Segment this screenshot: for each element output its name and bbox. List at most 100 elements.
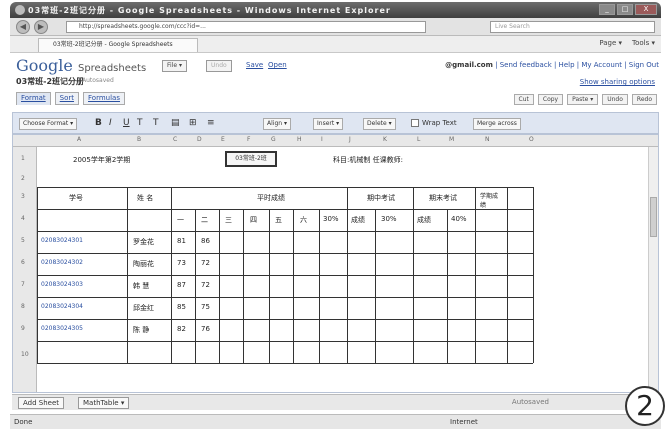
- subheader[interactable]: 一: [177, 215, 184, 225]
- google-logo[interactable]: Google Spreadsheets: [16, 56, 146, 75]
- search-input[interactable]: Live Search: [490, 21, 655, 33]
- header-final[interactable]: 期末考试: [429, 193, 457, 203]
- add-sheet-button[interactable]: Add Sheet: [18, 397, 65, 409]
- score[interactable]: 75: [201, 303, 210, 311]
- bold-button[interactable]: B: [95, 118, 102, 128]
- row-header[interactable]: 6: [21, 259, 25, 266]
- header-total[interactable]: 学期成绩: [480, 191, 502, 209]
- tab-formulas[interactable]: Formulas: [83, 92, 125, 105]
- col-header[interactable]: O: [529, 136, 534, 143]
- title-cell[interactable]: 2005学年第2学期: [73, 155, 130, 165]
- row-header[interactable]: 10: [21, 351, 29, 358]
- subheader[interactable]: 30%: [323, 215, 339, 223]
- subheader[interactable]: 成绩: [417, 215, 431, 225]
- col-header[interactable]: N: [485, 136, 490, 143]
- copy-button[interactable]: Copy: [537, 94, 564, 105]
- insert-menu[interactable]: Insert ▾: [313, 118, 344, 130]
- tools-menu[interactable]: Tools ▾: [632, 39, 655, 47]
- col-header[interactable]: L: [417, 136, 420, 143]
- text-color-icon[interactable]: T: [153, 118, 159, 128]
- row-header[interactable]: 4: [21, 215, 25, 222]
- save-link[interactable]: Save: [246, 61, 263, 69]
- subheader[interactable]: 六: [300, 215, 307, 225]
- account-links[interactable]: | Send feedback | Help | My Account | Si…: [495, 61, 659, 69]
- score[interactable]: 87: [177, 281, 186, 289]
- italic-button[interactable]: I: [109, 118, 112, 128]
- subheader[interactable]: 40%: [451, 215, 467, 223]
- open-link[interactable]: Open: [268, 61, 287, 69]
- col-header[interactable]: C: [173, 136, 177, 143]
- sheet-tab[interactable]: MathTable ▾: [78, 397, 130, 409]
- header-name[interactable]: 姓 名: [137, 193, 153, 203]
- subheader[interactable]: 30%: [381, 215, 397, 223]
- borders-icon[interactable]: ⊞: [189, 118, 197, 128]
- student-id[interactable]: 02083024305: [41, 325, 83, 332]
- page-menu[interactable]: Page ▾: [599, 39, 622, 47]
- col-header[interactable]: J: [349, 136, 351, 143]
- col-header[interactable]: A: [77, 136, 81, 143]
- strikethrough-icon[interactable]: ≡: [207, 118, 215, 128]
- col-header[interactable]: E: [221, 136, 225, 143]
- browser-tab[interactable]: 03常班-2班记分册 - Google Spreadsheets: [38, 38, 198, 52]
- close-button[interactable]: X: [635, 4, 657, 15]
- subheader[interactable]: 成绩: [351, 215, 365, 225]
- maximize-button[interactable]: □: [617, 4, 633, 15]
- url-input[interactable]: http://spreadsheets.google.com/ccc?id=..…: [66, 21, 426, 33]
- subheader[interactable]: 二: [201, 215, 208, 225]
- selected-cell[interactable]: 03常班-2班: [225, 151, 277, 167]
- user-links[interactable]: @gmail.com | Send feedback | Help | My A…: [445, 61, 659, 69]
- score[interactable]: 82: [177, 325, 186, 333]
- subject-cell[interactable]: 科目:机械制 任课教师:: [333, 155, 403, 165]
- wrap-text-toggle[interactable]: Wrap Text: [411, 119, 457, 127]
- font-size-icon[interactable]: T: [137, 118, 143, 128]
- score[interactable]: 72: [201, 259, 210, 267]
- col-header[interactable]: G: [271, 136, 276, 143]
- undo-button[interactable]: Undo: [206, 60, 232, 72]
- student-name[interactable]: 邱金红: [133, 303, 154, 313]
- vertical-scrollbar[interactable]: [648, 147, 658, 392]
- col-header[interactable]: M: [449, 136, 454, 143]
- score[interactable]: 73: [177, 259, 186, 267]
- wrap-checkbox[interactable]: [411, 119, 419, 127]
- subheader[interactable]: 四: [250, 215, 257, 225]
- share-link[interactable]: Show sharing options: [580, 78, 655, 86]
- align-menu[interactable]: Align ▾: [263, 118, 291, 130]
- col-header[interactable]: B: [137, 136, 141, 143]
- cut-button[interactable]: Cut: [513, 94, 534, 105]
- delete-menu[interactable]: Delete ▾: [363, 118, 396, 130]
- student-name[interactable]: 陶丽花: [133, 259, 154, 269]
- paste-button[interactable]: Paste ▾: [567, 94, 599, 105]
- header-midterm[interactable]: 期中考试: [367, 193, 395, 203]
- redo-button[interactable]: Redo: [631, 94, 657, 105]
- underline-button[interactable]: U: [123, 118, 130, 128]
- score[interactable]: 76: [201, 325, 210, 333]
- spreadsheet-grid[interactable]: A B C D E F G H I J K L M N O 1 2 3 4 5 …: [12, 134, 659, 393]
- scrollbar-thumb[interactable]: [650, 197, 657, 237]
- score[interactable]: 85: [177, 303, 186, 311]
- undo-button-2[interactable]: Undo: [602, 94, 628, 105]
- bg-color-icon[interactable]: ▤: [171, 118, 180, 128]
- file-button[interactable]: File ▾: [162, 60, 187, 72]
- student-name[interactable]: 陈 静: [133, 325, 149, 335]
- subheader[interactable]: 五: [275, 215, 282, 225]
- col-header[interactable]: F: [247, 136, 250, 143]
- student-id[interactable]: 02083024303: [41, 281, 83, 288]
- score[interactable]: 72: [201, 281, 210, 289]
- minimize-button[interactable]: _: [599, 4, 615, 15]
- doc-title[interactable]: 03常班-2班记分册: [16, 76, 84, 87]
- row-header[interactable]: 7: [21, 281, 25, 288]
- student-name[interactable]: 罗金花: [133, 237, 154, 247]
- student-id[interactable]: 02083024301: [41, 237, 83, 244]
- header-regular[interactable]: 平时成绩: [257, 193, 285, 203]
- row-header[interactable]: 1: [21, 155, 25, 162]
- col-header[interactable]: D: [197, 136, 202, 143]
- row-header[interactable]: 9: [21, 325, 25, 332]
- header-student-id[interactable]: 学号: [69, 193, 83, 203]
- score[interactable]: 81: [177, 237, 186, 245]
- row-header[interactable]: 3: [21, 193, 25, 200]
- tab-sort[interactable]: Sort: [54, 92, 80, 105]
- row-header[interactable]: 2: [21, 175, 25, 182]
- col-header[interactable]: K: [383, 136, 387, 143]
- student-id[interactable]: 02083024302: [41, 259, 83, 266]
- format-select[interactable]: Choose Format ▾: [19, 118, 78, 130]
